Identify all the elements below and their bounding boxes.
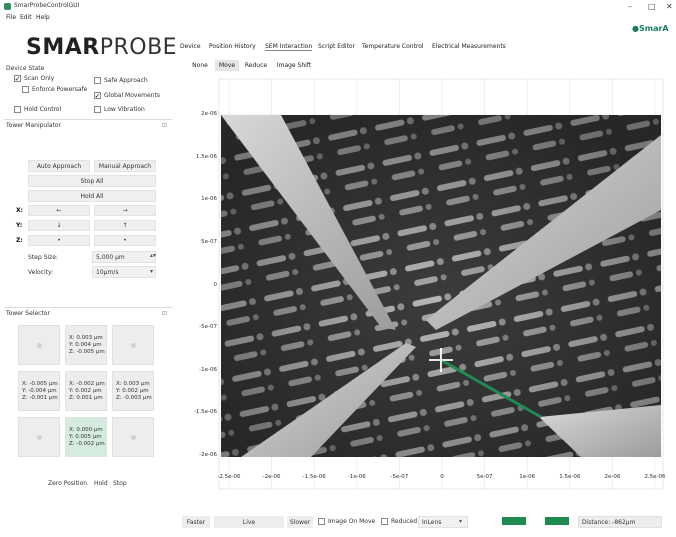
- distance-readout: Distance: -862µm: [578, 516, 662, 528]
- checkbox-label: Reduced: [391, 518, 418, 525]
- y-tick-label: -2e-06: [199, 452, 217, 458]
- image-on-move-checkbox[interactable]: Image On Move: [318, 518, 375, 525]
- green-indicator-2: [545, 517, 569, 525]
- y-tick-label: -5e-07: [199, 324, 217, 331]
- x-tick-label: 0: [440, 474, 444, 480]
- y-tick-label: 2e-06: [201, 111, 217, 117]
- checkbox-box: [381, 518, 388, 525]
- sem-image-svg: [221, 115, 661, 457]
- y-tick-label: -1e-06: [199, 366, 217, 373]
- x-tick-label: -2.5e-06: [217, 474, 241, 480]
- checkbox-label: Image On Move: [328, 518, 376, 525]
- lens-value: InLens: [422, 518, 442, 526]
- green-indicator-1: [502, 517, 526, 525]
- slower-button[interactable]: Slower: [287, 516, 313, 528]
- y-tick-label: 1e-06: [201, 196, 217, 203]
- x-tick-label: 1.5e-06: [559, 474, 581, 480]
- x-tick-label: 2e-06: [604, 474, 621, 480]
- x-tick-label: -5e-07: [390, 474, 409, 480]
- checkbox-box: [318, 518, 325, 525]
- faster-button[interactable]: Faster: [182, 516, 210, 528]
- y-tick-label: 1.5e-06: [195, 153, 217, 160]
- chevron-down-icon[interactable]: ▾: [459, 518, 462, 525]
- x-tick-label: 1e-06: [519, 474, 536, 480]
- x-tick-label: -1e-06: [347, 474, 366, 480]
- distance-value: Distance: -862µm: [582, 518, 636, 526]
- y-tick-label: 0: [213, 281, 218, 288]
- x-tick-label: 2.5e-06: [644, 474, 666, 480]
- x-tick-label: 5e-07: [476, 474, 493, 480]
- x-tick-label: -2e-06: [262, 474, 281, 480]
- reduced-checkbox[interactable]: Reduced: [381, 518, 417, 525]
- y-tick-label: 5e-07: [201, 238, 217, 245]
- y-tick-label: -1.5e-06: [193, 409, 217, 416]
- sem-image[interactable]: [221, 115, 661, 457]
- x-tick-label: -1.5e-06: [302, 474, 326, 480]
- live-button[interactable]: Live: [214, 516, 284, 528]
